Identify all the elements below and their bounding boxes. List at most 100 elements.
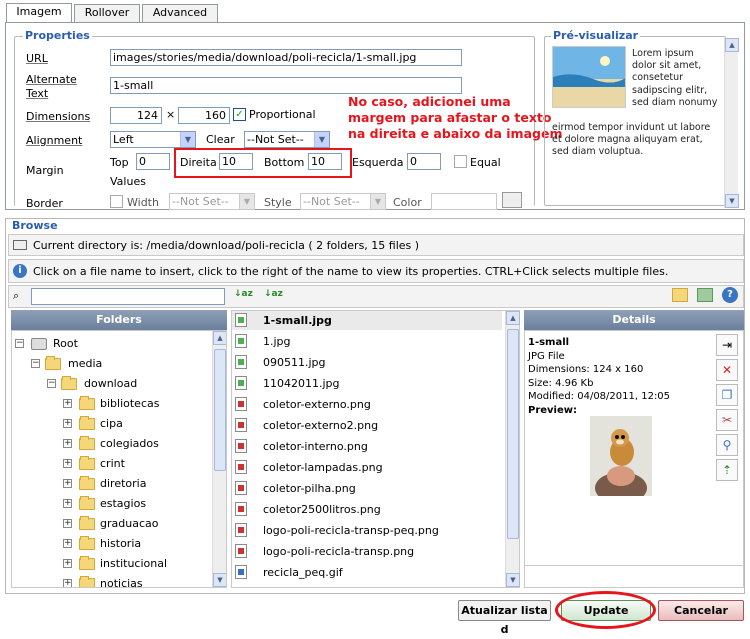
dimensions-label: Dimensions	[26, 110, 91, 123]
folders-scrollbar[interactable]: ▲ ▼	[212, 331, 226, 587]
copy-icon[interactable]: ❐	[716, 384, 738, 406]
collapse-icon[interactable]: −	[31, 359, 40, 368]
collapse-icon[interactable]: −	[15, 339, 24, 348]
search-input[interactable]	[31, 288, 225, 305]
border-checkbox[interactable]	[110, 195, 123, 208]
alignment-select[interactable]: Left ▼	[110, 131, 196, 148]
preview-scrollbar[interactable]: ▲ ▼	[724, 38, 739, 208]
alignment-value: Left	[113, 133, 134, 146]
sort-files-icon[interactable]: ↓az	[264, 289, 283, 299]
expand-icon[interactable]: +	[63, 519, 72, 528]
clear-label: Clear	[206, 133, 235, 146]
png-file-icon	[235, 502, 247, 516]
preview-image	[552, 46, 626, 108]
preview-legend: Pré-visualizar	[551, 29, 641, 42]
alt-text-input[interactable]: 1-small	[110, 77, 462, 94]
details-size: Size: 4.96 Kb	[528, 377, 594, 389]
chevron-down-icon: ▼	[239, 194, 254, 209]
margin-esquerda-label: Esquerda	[352, 156, 404, 169]
file-name: coletor-externo2.png	[263, 419, 379, 432]
border-width-value: --Not Set--	[172, 195, 229, 208]
tab-rollover[interactable]: Rollover	[74, 4, 140, 22]
tab-imagem[interactable]: Imagem	[6, 3, 72, 23]
scroll-thumb[interactable]	[214, 349, 226, 471]
folder-icon	[79, 396, 95, 410]
scroll-up-icon[interactable]: ▲	[506, 311, 520, 325]
proportional-checkbox[interactable]: ✓	[233, 108, 246, 121]
clear-select[interactable]: --Not Set-- ▼	[244, 131, 330, 148]
equal-checkbox[interactable]	[454, 155, 467, 168]
scroll-up-icon[interactable]: ▲	[725, 38, 739, 52]
zoom-icon[interactable]: ⚲	[716, 434, 738, 456]
collapse-icon[interactable]: −	[47, 379, 56, 388]
scroll-up-icon[interactable]: ▲	[213, 331, 226, 345]
browse-legend: Browse	[10, 219, 60, 232]
tree-label-download: download	[84, 377, 138, 390]
paste-icon[interactable]: ⇡	[716, 459, 738, 481]
refresh-list-button[interactable]: Atualizar lista d	[458, 600, 551, 636]
expand-icon[interactable]: +	[63, 539, 72, 548]
margin-top-label: Top	[110, 156, 129, 169]
expand-icon[interactable]: +	[63, 579, 72, 587]
expand-icon[interactable]: +	[63, 399, 72, 408]
cut-icon[interactable]: ✂	[716, 409, 738, 431]
tree-label-root: Root	[53, 337, 78, 350]
annotation-text: No caso, adicionei uma margem para afast…	[348, 94, 563, 141]
expand-icon[interactable]: +	[63, 479, 72, 488]
clear-value: --Not Set--	[247, 133, 304, 146]
border-color-label: Color	[393, 196, 422, 209]
update-highlight-circle	[555, 591, 656, 629]
file-name: 1.jpg	[263, 335, 291, 348]
png-file-icon	[235, 418, 247, 432]
color-picker-button[interactable]	[502, 192, 522, 208]
tab-advanced[interactable]: Advanced	[142, 4, 218, 22]
width-input[interactable]: 124	[110, 107, 162, 124]
border-style-select[interactable]: --Not Set-- ▼	[300, 193, 386, 210]
tree-label: diretoria	[100, 477, 147, 490]
expand-icon[interactable]: +	[63, 559, 72, 568]
url-input[interactable]: images/stories/media/download/poli-recic…	[110, 49, 462, 66]
upload-icon[interactable]	[697, 288, 713, 302]
details-dimensions: Dimensions: 124 x 160	[528, 364, 644, 375]
scroll-down-icon[interactable]: ▼	[213, 573, 226, 587]
info-text: Click on a file name to insert, click to…	[33, 265, 669, 278]
expand-icon[interactable]: +	[63, 439, 72, 448]
folder-icon	[45, 356, 61, 370]
sort-folders-icon[interactable]: ↓az	[234, 289, 253, 299]
delete-icon[interactable]: ✕	[716, 359, 738, 381]
jpg-file-icon	[235, 313, 247, 327]
new-folder-icon[interactable]	[672, 288, 688, 302]
details-footer	[524, 565, 744, 588]
png-file-icon	[235, 397, 247, 411]
folder-icon	[79, 536, 95, 550]
details-modified: Modified: 04/08/2011, 12:05	[528, 391, 671, 402]
height-input[interactable]: 160	[178, 107, 230, 124]
scroll-down-icon[interactable]: ▼	[506, 573, 520, 587]
margin-esquerda-input[interactable]: 0	[407, 153, 441, 170]
details-info: 1-small JPG File Dimensions: 124 x 160 S…	[528, 336, 670, 417]
insert-icon[interactable]: ⇥	[716, 334, 738, 356]
expand-icon[interactable]: +	[63, 499, 72, 508]
margin-top-input[interactable]: 0	[136, 153, 170, 170]
help-icon[interactable]: ?	[722, 287, 738, 303]
border-color-input[interactable]	[431, 193, 497, 210]
border-width-select[interactable]: --Not Set-- ▼	[169, 193, 255, 210]
info-icon: i	[13, 264, 27, 278]
current-directory-bar: Current directory is: /media/download/po…	[8, 234, 744, 256]
alt-label-line2: Text	[26, 87, 49, 100]
preview-text-below: eirmod tempor invidunt ut labore et dolo…	[552, 122, 711, 158]
details-preview-label: Preview:	[528, 404, 578, 416]
dimension-times: ×	[166, 108, 176, 121]
chevron-down-icon: ▼	[314, 132, 329, 147]
border-label: Border	[26, 197, 63, 210]
expand-icon[interactable]: +	[63, 419, 72, 428]
folders-tree: − Root − media − download + bibliotecas +…	[11, 330, 227, 588]
scroll-thumb[interactable]	[507, 329, 519, 539]
file-name: coletor-lampadas.png	[263, 461, 383, 474]
expand-icon[interactable]: +	[63, 459, 72, 468]
tree-label: institucional	[100, 557, 168, 570]
cancel-button[interactable]: Cancelar	[658, 600, 744, 621]
chevron-down-icon: ▼	[180, 132, 195, 147]
scroll-down-icon[interactable]: ▼	[725, 194, 739, 208]
files-scrollbar[interactable]: ▲ ▼	[505, 311, 520, 587]
